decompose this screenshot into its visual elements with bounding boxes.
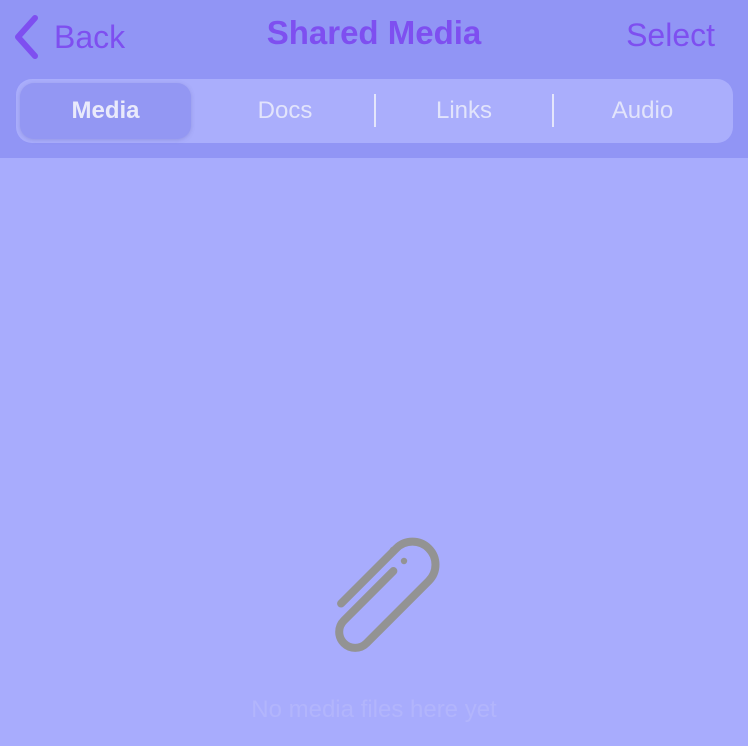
- back-button[interactable]: Back: [12, 12, 125, 62]
- tab-audio[interactable]: Audio: [554, 83, 731, 139]
- navigation-header: Back Shared Media Select Media Docs Link…: [0, 0, 748, 158]
- tab-links[interactable]: Links: [376, 83, 552, 139]
- back-button-label: Back: [54, 18, 126, 55]
- chevron-left-icon: [15, 15, 38, 59]
- empty-state-text: No media files here yet: [251, 696, 497, 723]
- media-type-segmented-control: Media Docs Links Audio: [16, 79, 733, 143]
- tab-docs[interactable]: Docs: [196, 83, 374, 139]
- tab-media[interactable]: Media: [20, 83, 191, 139]
- paperclip-icon: [335, 537, 440, 652]
- select-button[interactable]: Select: [626, 17, 715, 54]
